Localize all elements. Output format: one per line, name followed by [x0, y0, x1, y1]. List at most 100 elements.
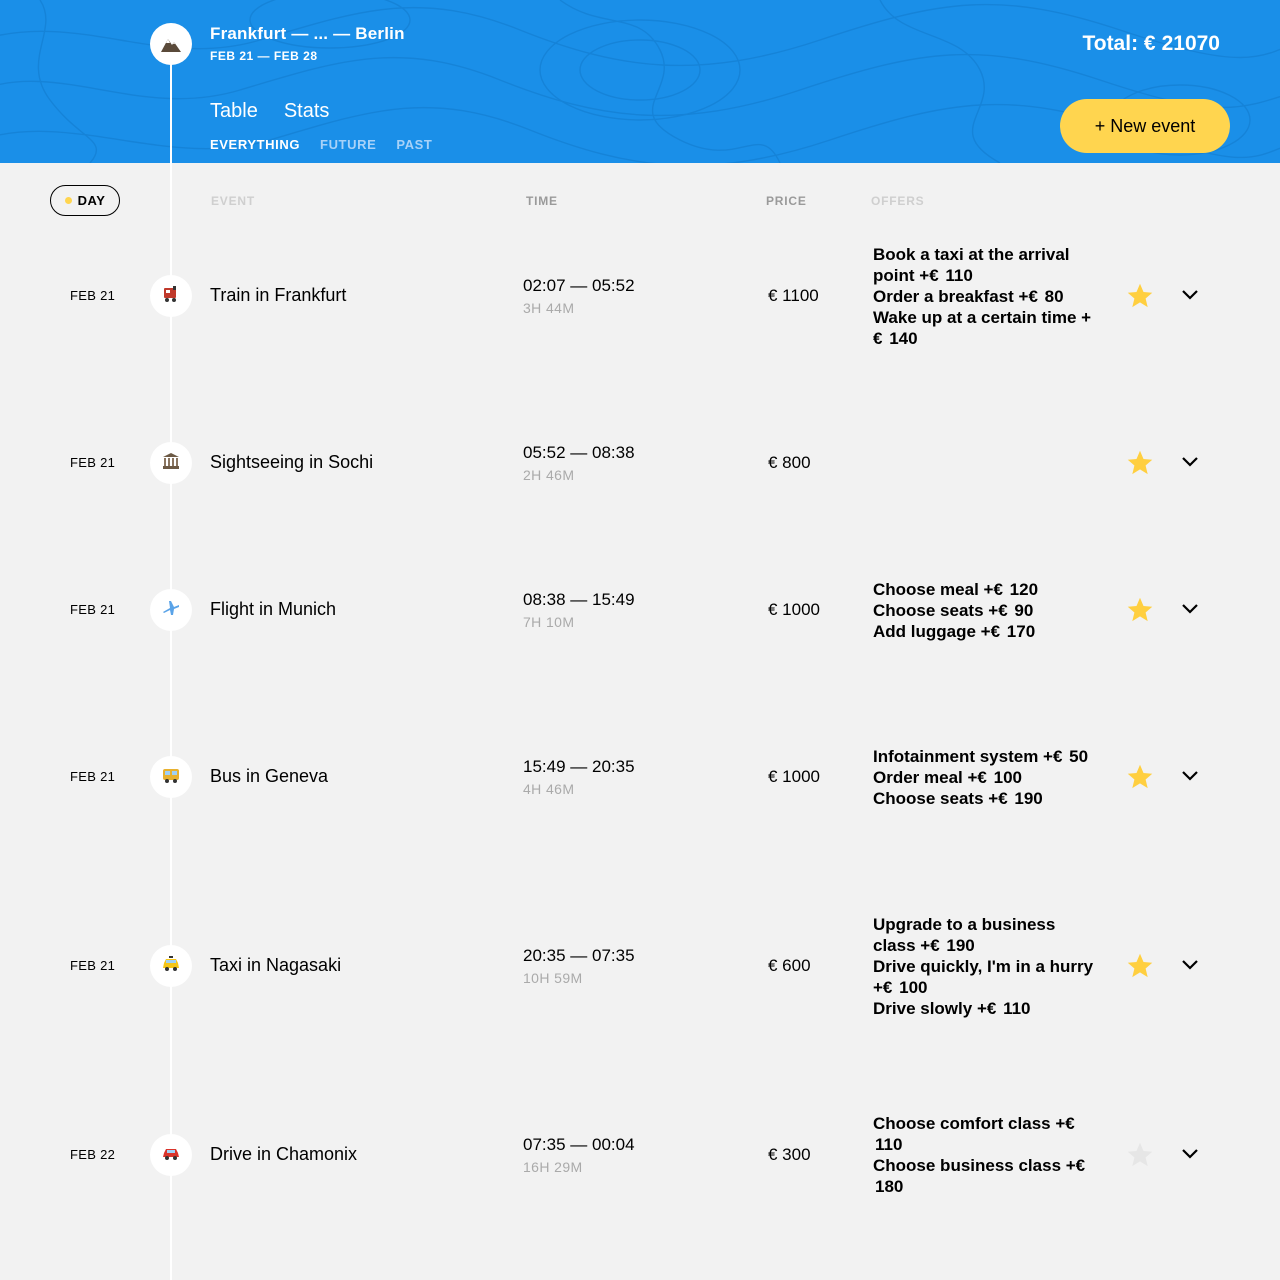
event-date: FEB 21 — [70, 288, 116, 303]
offer-title: Choose seats — [873, 600, 984, 620]
event-duration: 3H 44M — [523, 300, 575, 316]
favorite-star-icon[interactable] — [1126, 282, 1154, 310]
mountain-icon — [161, 39, 181, 52]
offer-title: Wake up at a certain time — [873, 307, 1077, 327]
taxi-icon — [161, 955, 181, 978]
event-time: 07:35 — 00:04 — [523, 1135, 635, 1154]
event-type-icon — [150, 756, 192, 798]
offer-price: 100 — [899, 977, 928, 997]
offer-title: Drive quickly, I'm in a hurry — [873, 956, 1094, 976]
offer-title: Add luggage — [873, 621, 976, 641]
event-offers: Choose comfort class +€ 110 Choose busine… — [873, 1113, 1098, 1197]
offer-price: 100 — [993, 767, 1022, 787]
offers-column-label: OFFERS — [871, 194, 925, 208]
event-title: Sightseeing in Sochi — [210, 452, 374, 472]
chevron-down-icon[interactable] — [1178, 450, 1202, 474]
event-type-icon — [150, 1134, 192, 1176]
event-filters: EVERYTHING FUTURE PAST — [210, 137, 432, 152]
offer-price: 190 — [946, 935, 975, 955]
drive-icon — [161, 1144, 181, 1167]
active-sort-dot — [64, 197, 72, 204]
offer-title: Infotainment system — [873, 746, 1039, 766]
event-offers: Choose meal +€ 120 Choose seats +€ 90 Add … — [873, 579, 1098, 642]
event-time: 15:49 — 20:35 — [523, 757, 635, 776]
total-label: Total: € — [1082, 32, 1156, 55]
trip-header: Frankfurt — ... — Berlin FEB 21 — FEB 28… — [0, 0, 1280, 163]
offer-price: 110 — [875, 1135, 903, 1154]
favorite-star-icon[interactable] — [1126, 763, 1154, 791]
offer-item: Infotainment system +€ 50 — [873, 746, 1089, 766]
sort-day-button[interactable]: DAY — [50, 185, 120, 216]
chevron-down-icon[interactable] — [1178, 283, 1202, 307]
sort-day-label: DAY — [77, 193, 106, 208]
event-time: 08:38 — 15:49 — [523, 590, 635, 609]
offer-price: 180 — [875, 1177, 904, 1196]
offer-title: Drive slowly — [873, 998, 973, 1018]
offer-price: 50 — [1069, 746, 1089, 766]
offer-title: Order a breakfast — [873, 286, 1014, 306]
chevron-down-icon[interactable] — [1178, 764, 1202, 788]
favorite-star-icon[interactable] — [1126, 952, 1154, 980]
chevron-down-icon[interactable] — [1178, 953, 1202, 977]
trip-total: Total: €21070 — [1082, 32, 1220, 56]
event-time: 05:52 — 08:38 — [523, 443, 635, 462]
offer-price: 90 — [1014, 600, 1034, 620]
tab-stats[interactable]: Stats — [284, 100, 330, 123]
offer-price: 80 — [1044, 286, 1064, 306]
offer-title: Choose meal — [873, 579, 979, 599]
offer-price: 170 — [1006, 621, 1036, 641]
filter-everything[interactable]: EVERYTHING — [210, 137, 300, 152]
event-date: FEB 21 — [70, 602, 116, 617]
offer-item: Book a taxi at the arrival point +€ 110 — [873, 244, 1070, 285]
filter-future[interactable]: FUTURE — [320, 137, 376, 152]
sort-time-button[interactable]: TIME — [526, 194, 558, 208]
event-title: Bus in Geneva — [210, 766, 329, 786]
event-type-icon — [150, 589, 192, 631]
offer-price: 110 — [945, 265, 973, 285]
chevron-down-icon[interactable] — [1178, 1142, 1202, 1166]
event-duration: 7H 10M — [523, 614, 575, 630]
event-price: € 1000 — [768, 767, 820, 786]
event-price: € 300 — [768, 1145, 811, 1164]
event-date: FEB 21 — [70, 455, 116, 470]
trip-title: Frankfurt — ... — Berlin — [210, 24, 405, 43]
event-type-icon — [150, 945, 192, 987]
offer-price: 190 — [1014, 788, 1043, 808]
event-duration: 10H 59M — [523, 970, 583, 986]
favorite-star-icon[interactable] — [1126, 449, 1154, 477]
event-offers: Book a taxi at the arrival point +€ 110 O… — [873, 244, 1098, 349]
event-duration: 16H 29M — [523, 1159, 583, 1175]
sort-event-button[interactable]: EVENT — [211, 194, 255, 208]
event-title: Drive in Chamonix — [210, 1144, 358, 1164]
offer-item: Upgrade to a business class +€ 190 — [873, 914, 1056, 955]
offer-item: Choose business class +€ 180 — [873, 1156, 1086, 1196]
favorite-star-icon[interactable] — [1126, 596, 1154, 624]
tab-table[interactable]: Table — [210, 100, 258, 123]
offer-title: Choose business class — [873, 1156, 1062, 1175]
new-event-button[interactable]: + New event — [1060, 99, 1230, 153]
total-value: 21070 — [1161, 32, 1220, 55]
flight-icon — [161, 598, 181, 623]
offer-item: Choose seats +€ 90 — [873, 600, 1034, 620]
event-duration: 4H 46M — [523, 781, 575, 797]
chevron-down-icon[interactable] — [1178, 597, 1202, 621]
sort-row: DAY EVENT TIME PRICE OFFERS — [0, 185, 1280, 217]
event-offers: Upgrade to a business class +€ 190 Drive … — [873, 914, 1098, 1019]
offer-item: Drive slowly +€ 110 — [873, 998, 1031, 1018]
event-type-icon — [150, 275, 192, 317]
event-title: Train in Frankfurt — [210, 285, 347, 305]
view-tabs: Table Stats — [210, 100, 329, 123]
favorite-star-icon[interactable] — [1126, 1141, 1154, 1169]
sightseeing-icon — [161, 452, 181, 475]
offer-item: Choose comfort class +€ 110 — [873, 1114, 1075, 1154]
trip-dates: FEB 21 — FEB 28 — [210, 49, 318, 63]
sort-price-button[interactable]: PRICE — [766, 194, 807, 208]
offer-item: Order a breakfast +€ 80 — [873, 286, 1064, 306]
train-icon — [161, 285, 181, 308]
filter-past[interactable]: PAST — [396, 137, 432, 152]
offer-item: Choose seats +€ 190 — [873, 788, 1043, 808]
offer-title: Order meal — [873, 767, 963, 787]
event-date: FEB 21 — [70, 958, 116, 973]
offer-price: 120 — [1009, 579, 1039, 599]
event-date: FEB 22 — [70, 1147, 116, 1162]
